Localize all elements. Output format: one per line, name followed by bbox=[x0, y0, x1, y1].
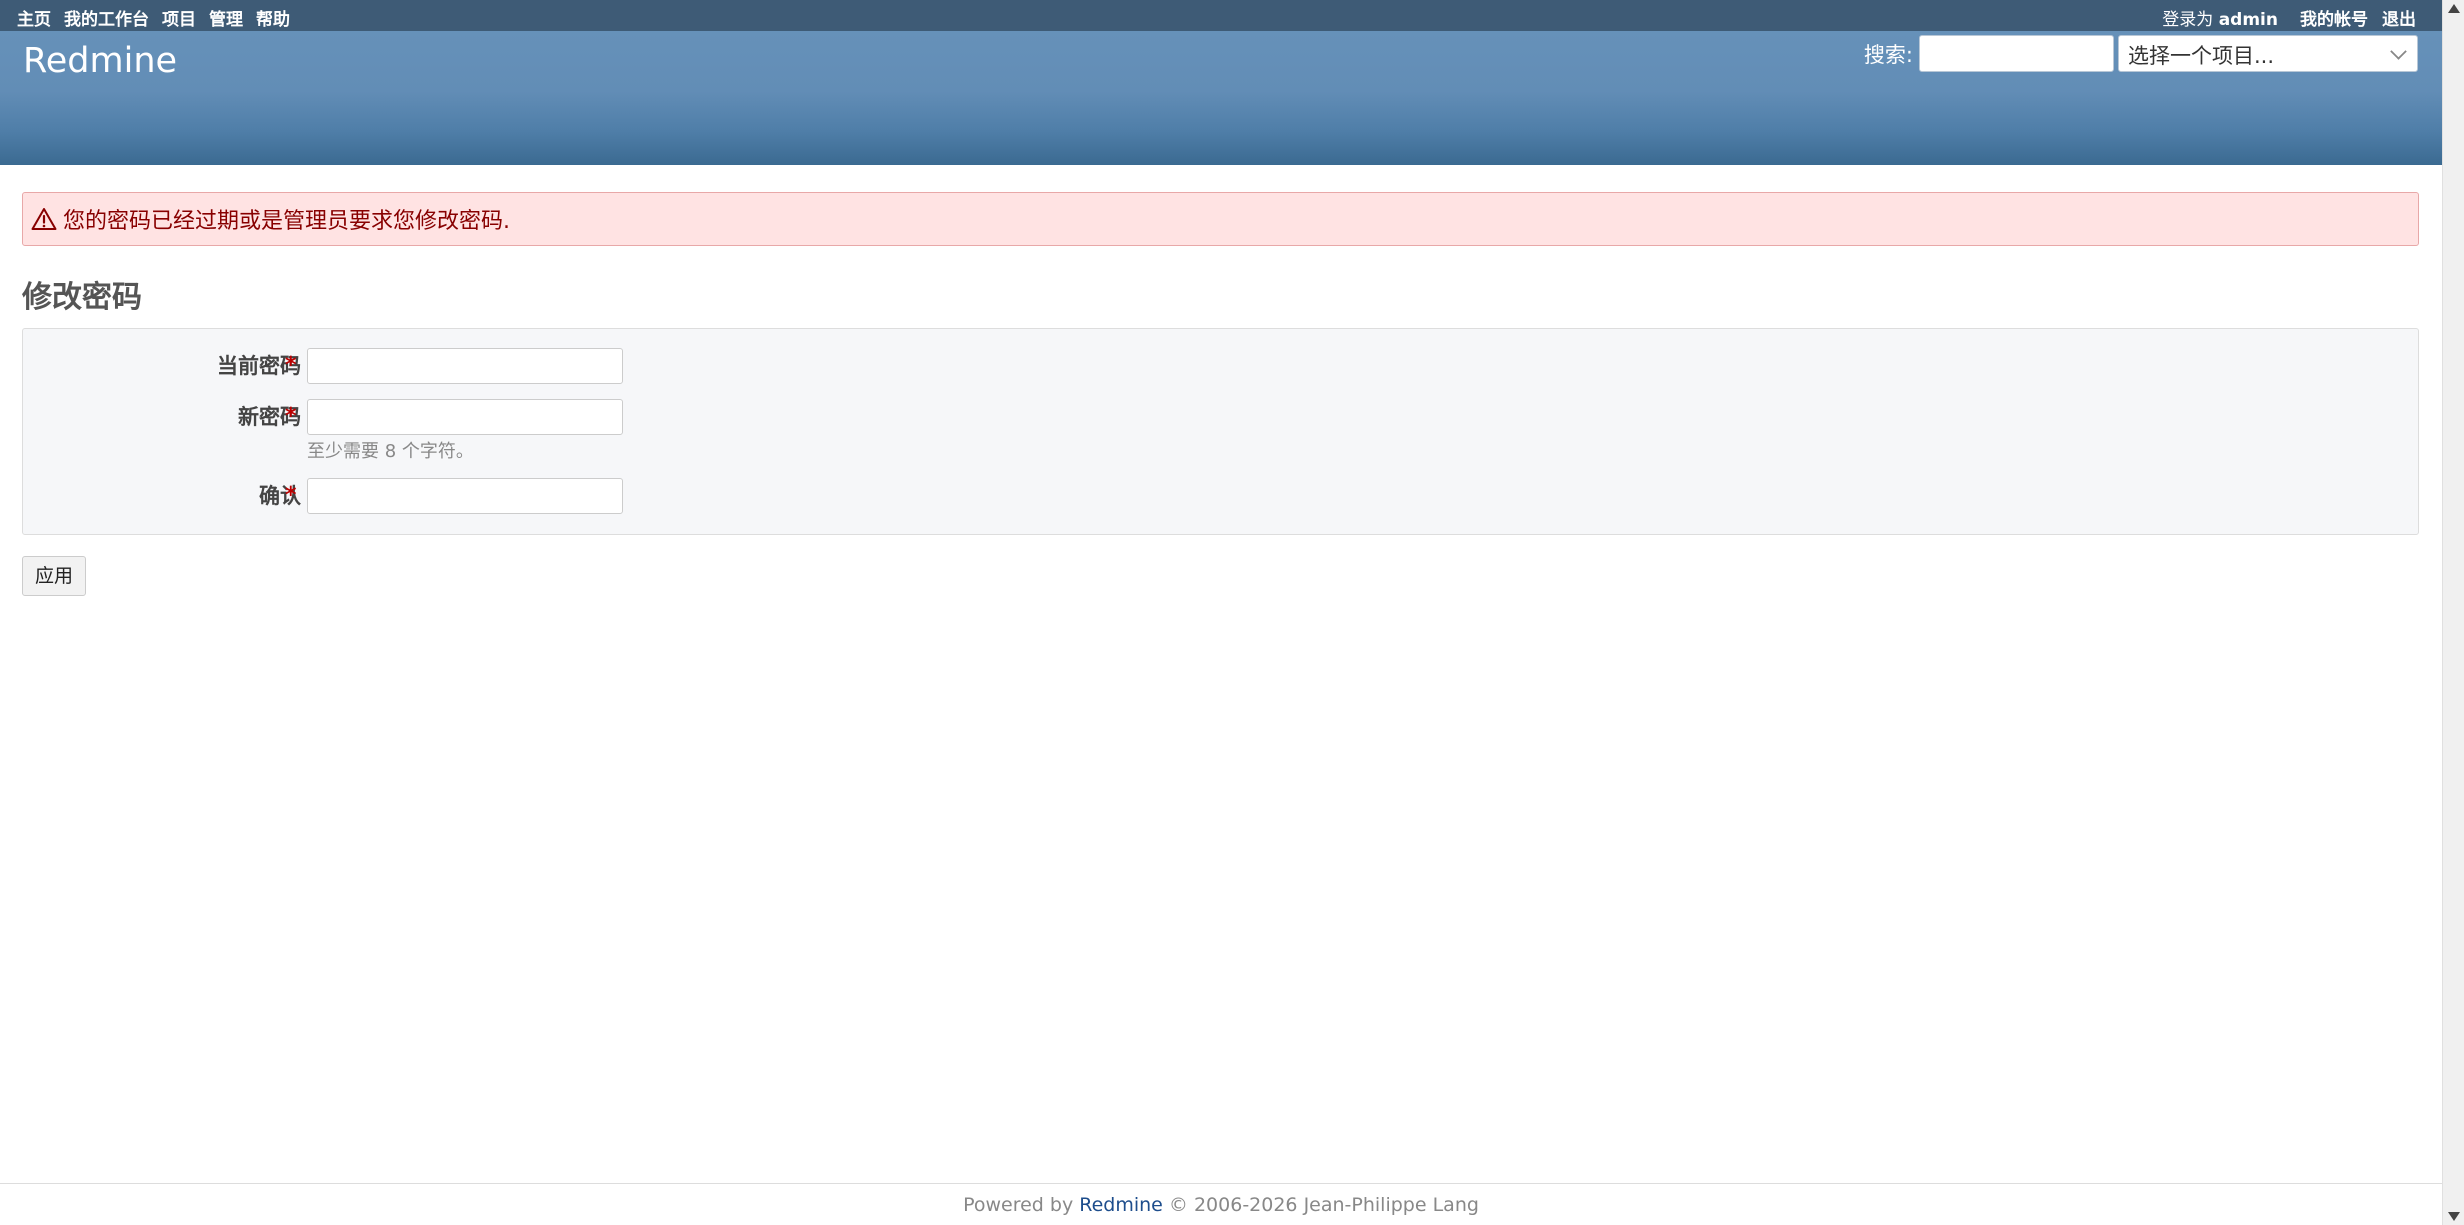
quick-search: 搜索: 选择一个项目... bbox=[1864, 35, 2418, 72]
logged-as-text: 登录为 admin bbox=[2162, 5, 2278, 30]
top-menu-administration-link[interactable]: 管理 bbox=[209, 5, 243, 30]
footer: Powered by Redmine © 2006-2026 Jean-Phil… bbox=[0, 1183, 2442, 1225]
my-account-link[interactable]: 我的帐号 bbox=[2300, 5, 2368, 30]
top-menu-projects-link[interactable]: 项目 bbox=[162, 5, 196, 30]
new-password-field[interactable] bbox=[307, 399, 623, 435]
apply-button[interactable]: 应用 bbox=[22, 556, 86, 596]
required-mark: * bbox=[285, 353, 297, 378]
header: Redmine 搜索: 选择一个项目... bbox=[0, 31, 2442, 165]
logout-link[interactable]: 退出 bbox=[2382, 5, 2416, 30]
footer-powered-by: Powered by bbox=[963, 1194, 1074, 1216]
account-links: 我的帐号 退出 bbox=[2300, 5, 2416, 30]
flash-error: 您的密码已经过期或是管理员要求您修改密码. bbox=[22, 192, 2419, 246]
scroll-down-arrow-icon[interactable] bbox=[2448, 1212, 2460, 1221]
top-menu: 主页 我的工作台 项目 管理 帮助 登录为 admin 我的帐号 退出 bbox=[0, 0, 2442, 31]
new-password-row: 新密码 * bbox=[23, 398, 2418, 436]
scroll-up-arrow-icon[interactable] bbox=[2448, 4, 2460, 13]
current-password-field[interactable] bbox=[307, 348, 623, 384]
vertical-scrollbar[interactable] bbox=[2442, 0, 2464, 1225]
page: 主页 我的工作台 项目 管理 帮助 登录为 admin 我的帐号 退出 Redm… bbox=[0, 0, 2442, 1225]
chevron-down-icon bbox=[2390, 43, 2407, 60]
top-menu-left: 主页 我的工作台 项目 管理 帮助 bbox=[17, 5, 290, 30]
warning-icon bbox=[31, 208, 57, 230]
logged-as-user-link[interactable]: admin bbox=[2219, 10, 2278, 30]
confirm-password-field[interactable] bbox=[307, 478, 623, 514]
search-input[interactable] bbox=[1919, 35, 2114, 72]
flash-message: 您的密码已经过期或是管理员要求您修改密码. bbox=[63, 209, 510, 234]
top-menu-right: 登录为 admin 我的帐号 退出 bbox=[2162, 5, 2416, 30]
top-menu-my-page-link[interactable]: 我的工作台 bbox=[64, 5, 149, 30]
new-password-hint: 至少需要 8 个字符。 bbox=[307, 441, 474, 462]
project-jump-select[interactable]: 选择一个项目... bbox=[2118, 35, 2418, 72]
logged-as-prefix: 登录为 bbox=[2162, 10, 2214, 30]
top-menu-home-link[interactable]: 主页 bbox=[17, 5, 51, 30]
footer-copyright: © 2006-2026 Jean-Philippe Lang bbox=[1168, 1194, 1479, 1216]
confirm-password-row: 确认 * bbox=[23, 477, 2418, 515]
required-mark: * bbox=[285, 404, 297, 429]
site-title[interactable]: Redmine bbox=[23, 41, 177, 81]
footer-redmine-link[interactable]: Redmine bbox=[1079, 1194, 1163, 1216]
required-mark: * bbox=[285, 483, 297, 508]
top-menu-help-link[interactable]: 帮助 bbox=[256, 5, 290, 30]
current-password-row: 当前密码 * bbox=[23, 347, 2418, 385]
change-password-form: 当前密码 * 新密码 * 至少需要 8 个字符。 确认 * bbox=[22, 328, 2419, 535]
search-label[interactable]: 搜索: bbox=[1864, 39, 1913, 69]
page-title: 修改密码 bbox=[22, 280, 142, 315]
project-jump-label: 选择一个项目... bbox=[2128, 44, 2275, 68]
